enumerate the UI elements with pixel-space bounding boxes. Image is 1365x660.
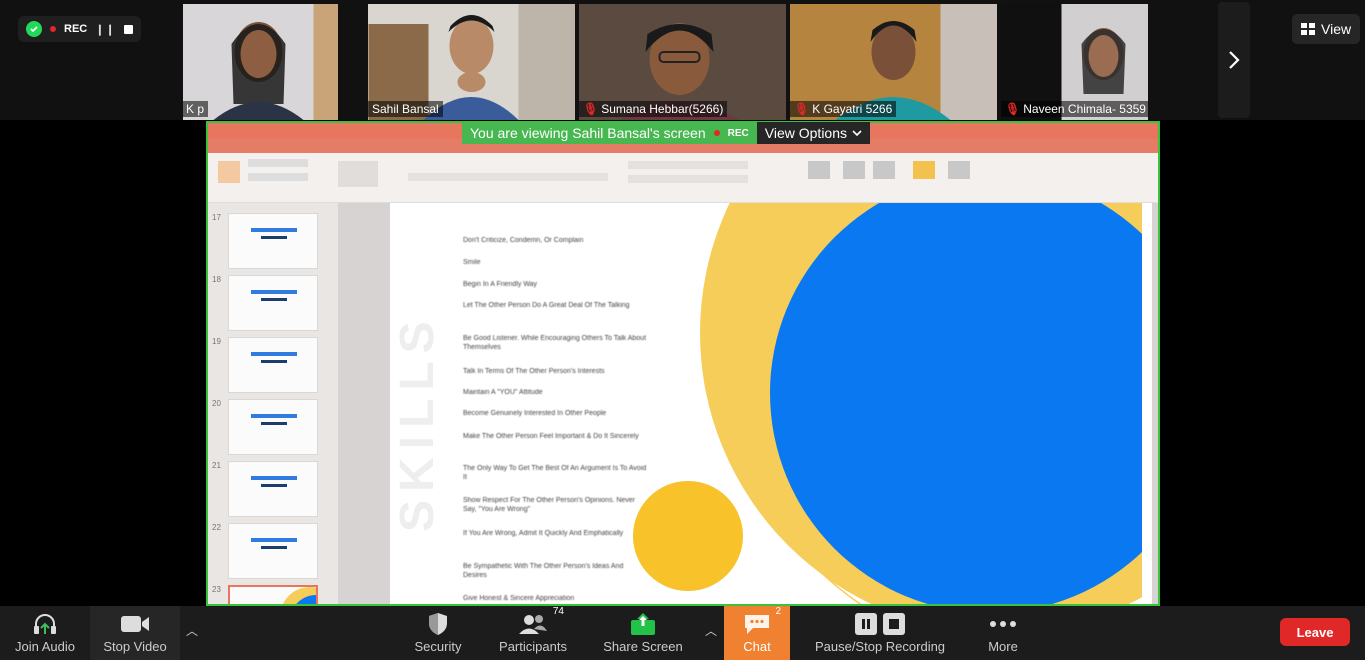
thumb-number: 18 <box>212 275 221 284</box>
thumb-number: 21 <box>212 461 221 470</box>
slide-bullet: Show Respect For The Other Person's Opin… <box>463 497 636 513</box>
headphones-icon <box>32 612 58 636</box>
slide-bullet: Become Genuinely Interested In Other Peo… <box>463 410 607 417</box>
participants-label: Participants <box>499 639 567 654</box>
recording-controls-icon <box>855 612 905 636</box>
slide-thumbnail-active[interactable] <box>228 585 338 604</box>
ppt-ribbon <box>208 153 1158 203</box>
participant-tile[interactable]: Sahil Bansal <box>368 4 575 120</box>
viewing-banner: You are viewing Sahil Bansal's screen RE… <box>462 122 870 144</box>
slide-bullet: Be Good Listener. While Encouraging Othe… <box>463 335 647 351</box>
slide-vertical-text: SKILLS <box>391 313 444 533</box>
participant-name: Sahil Bansal <box>368 101 443 117</box>
stop-video-button[interactable]: Stop Video <box>90 606 180 660</box>
participant-name: 🎙 K Gayatri 5266 <box>790 101 897 117</box>
thumb-number: 20 <box>212 399 221 408</box>
slide-bullet: Make The Other Person Feel Important & D… <box>463 433 639 440</box>
slide-bullet: Don't Criticize, Condemn, Or Complain <box>463 237 584 244</box>
slide-bullet: Let The Other Person Do A Great Deal Of … <box>463 302 630 309</box>
pause-stop-recording-button[interactable]: Pause/Stop Recording <box>812 606 948 660</box>
stop-recording-icon[interactable] <box>123 24 133 34</box>
participant-name: 🎙 Naveen Chimala- 5359 <box>1001 101 1148 117</box>
more-dots-icon <box>989 612 1017 636</box>
meeting-toolbar: Join Audio Stop Video ︿ Security 74 Part… <box>0 606 1365 660</box>
chat-bubble-icon: 2 <box>743 606 781 636</box>
slide-thumbnail[interactable] <box>228 461 318 517</box>
participant-tile[interactable]: 🎙 Sumana Hebbar(5266) <box>579 4 786 120</box>
rec-label: REC <box>64 23 88 35</box>
participants-count: 74 <box>552 606 564 617</box>
slide-thumbnail[interactable] <box>228 523 318 579</box>
join-audio-button[interactable]: Join Audio <box>0 606 90 660</box>
ribbon-controls <box>218 159 970 187</box>
participants-icon: 74 <box>518 606 564 636</box>
join-audio-label: Join Audio <box>15 639 75 654</box>
shield-icon <box>427 612 449 636</box>
security-button[interactable]: Security <box>400 606 476 660</box>
thumb-number: 22 <box>212 523 221 532</box>
participant-name: 🎙 Sumana Hebbar(5266) <box>579 101 728 117</box>
slide-thumbnail[interactable] <box>228 399 318 455</box>
viewing-rec-label: REC <box>727 127 749 139</box>
chevron-down-icon <box>852 129 862 136</box>
chat-label: Chat <box>743 639 771 654</box>
security-label: Security <box>414 639 462 654</box>
thumb-number: 17 <box>212 213 221 222</box>
chat-button[interactable]: 2 Chat <box>724 606 790 660</box>
slide-thumbnail[interactable] <box>228 275 318 331</box>
pause-stop-recording-label: Pause/Stop Recording <box>814 639 946 654</box>
stop-icon <box>883 613 905 635</box>
thumb-number: 23 <box>212 585 221 594</box>
rec-dot-icon <box>713 130 720 136</box>
encryption-shield-icon[interactable] <box>26 21 42 37</box>
recording-indicator: REC ❙❙ <box>18 16 141 42</box>
participant-name: Gifty K p <box>183 101 208 117</box>
slide-bullet: Maintain A "YOU" Attitude <box>463 389 543 396</box>
mic-muted-icon: 🎙 <box>794 102 810 116</box>
slide-thumbnail[interactable] <box>228 213 318 269</box>
view-label: View <box>1321 21 1352 37</box>
slide-bullet: The Only Way To Get The Best Of An Argum… <box>463 465 647 481</box>
slide-bullet: Be Sympathetic With The Other Person's I… <box>463 563 624 579</box>
mic-muted-icon: 🎙 <box>1005 102 1021 116</box>
viewing-info: You are viewing Sahil Bansal's screen RE… <box>462 122 757 144</box>
slide-bullet: Give Honest & Sincere Appreciation <box>463 595 575 602</box>
thumb-number: 19 <box>212 337 221 346</box>
pause-recording-icon[interactable]: ❙❙ <box>95 23 115 36</box>
share-options-caret-icon[interactable]: ︿ <box>705 622 717 639</box>
view-options-button[interactable]: View Options <box>756 122 870 144</box>
slide-bullet: If You Are Wrong, Admit It Quickly And E… <box>463 530 624 537</box>
chat-count: 2 <box>775 606 781 617</box>
shared-screen[interactable]: 17 18 19 20 21 22 23 SKILLS Don't Critic… <box>206 121 1160 606</box>
slide-bullet: Begin In A Friendly Way <box>463 281 538 288</box>
rec-dot-icon <box>50 26 56 32</box>
stop-video-label: Stop Video <box>103 639 167 654</box>
participant-tile[interactable]: 🎙 K Gayatri 5266 <box>790 4 997 120</box>
slide-thumbnail[interactable] <box>228 337 318 393</box>
video-options-caret-icon[interactable]: ︿ <box>186 622 198 639</box>
leave-button[interactable]: Leave <box>1280 618 1350 646</box>
pause-icon <box>855 613 877 635</box>
participant-tile[interactable]: 🎙 Naveen Chimala- 5359 <box>1001 4 1148 120</box>
more-label: More <box>988 639 1018 654</box>
more-button[interactable]: More <box>970 606 1036 660</box>
view-options-label: View Options <box>764 125 847 141</box>
view-button[interactable]: View <box>1292 14 1361 44</box>
video-gallery-strip: REC ❙❙ Gifty K p Sahil Bansal <box>0 0 1365 120</box>
slide-bullet: Talk In Terms Of The Other Person's Inte… <box>463 368 605 375</box>
video-camera-icon <box>120 612 150 636</box>
slide-canvas: SKILLS Don't Criticize, Condemn, Or Comp… <box>338 203 1158 604</box>
next-page-chevron-icon[interactable] <box>1218 2 1250 118</box>
current-slide[interactable]: SKILLS Don't Criticize, Condemn, Or Comp… <box>390 203 1152 604</box>
participant-tile[interactable]: Gifty K p <box>183 4 338 120</box>
mic-muted-icon: 🎙 <box>583 102 599 116</box>
viewing-text: You are viewing Sahil Bansal's screen <box>470 125 706 141</box>
participants-button[interactable]: 74 Participants <box>490 606 576 660</box>
slide-thumbnails-pane[interactable]: 17 18 19 20 21 22 23 <box>208 203 338 604</box>
share-screen-button[interactable]: Share Screen <box>600 606 686 660</box>
share-screen-icon <box>630 612 656 636</box>
share-screen-label: Share Screen <box>603 639 683 654</box>
slide-bullet: Smile <box>463 259 481 266</box>
gallery-grid-icon <box>1301 23 1315 35</box>
